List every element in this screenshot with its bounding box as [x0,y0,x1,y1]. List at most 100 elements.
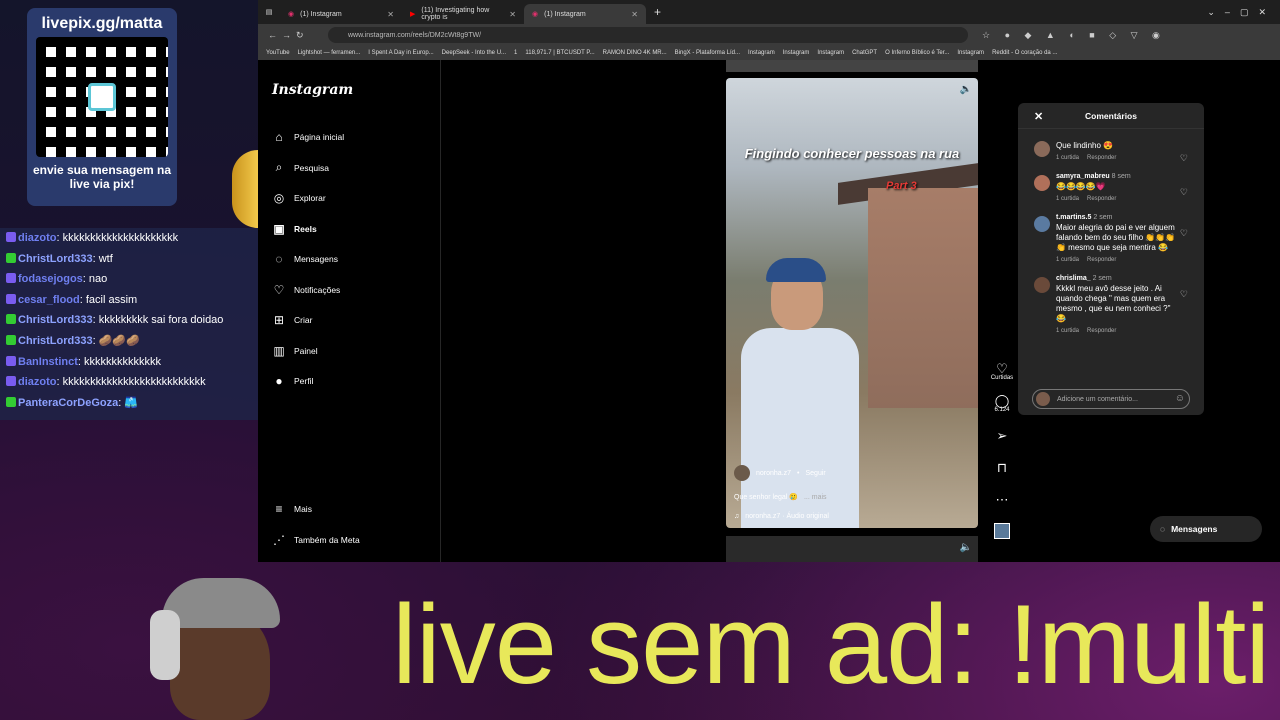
follow-button[interactable]: Seguir [805,470,825,477]
bookmark-item[interactable]: Instagram [748,50,775,56]
sidebar-item-tamb-m-da-meta[interactable]: ⋰ Também da Meta [272,525,432,556]
sidebar-item-mensagens[interactable]: ◌ Mensagens [272,244,432,275]
sidebar-item-label: Explorar [294,193,326,204]
chat-text: 🥔🥔🥔 [98,334,140,347]
comment-time: 8 sem [1111,173,1131,180]
bookmark-item[interactable]: 118,971.7 | BTCUSDT P... [525,50,594,56]
nav-buttons[interactable]: ← → ↻ [268,30,304,41]
reply-button[interactable]: Responder [1087,257,1116,263]
heart-icon[interactable]: ♡ [1180,289,1188,300]
comment-likes[interactable]: 1 curtida [1056,196,1079,202]
qr-title: livepix.gg/matta [41,15,163,32]
share-button[interactable]: ➢ [990,420,1014,450]
bookmark-item[interactable]: YouTube [266,50,290,56]
reply-button[interactable]: Responder [1087,328,1116,334]
bookmark-item[interactable]: DeepSeek - Into the U... [442,50,506,56]
bookmark-item[interactable]: 1 [514,50,517,56]
heart-icon[interactable]: ♡ [1180,153,1188,164]
reply-button[interactable]: Responder [1087,196,1116,202]
window-controls[interactable]: ⌄ – ▢ ✕ [1207,7,1266,18]
heart-icon[interactable]: ♡ [1180,228,1188,239]
sidebar-item-label: Mais [294,504,312,515]
extension-icons[interactable]: ☆ ● ◆ ▲ ◐ ■ ◇ ▽ ◉ [982,30,1166,41]
tab-menu-icon[interactable]: ▤ [258,8,280,16]
close-icon[interactable]: ✕ [1034,110,1043,123]
likes-label: Curtidas [990,374,1014,381]
tab-label: (1) Instagram [544,10,586,18]
sidebar-item-label: Também da Meta [294,534,360,545]
browser-tab[interactable]: ▶ (11) Investigating how crypto is ✕ [402,4,524,24]
sidebar-item-painel[interactable]: ▥ Painel [272,336,432,367]
bookmark-item[interactable]: Lightshot — ferramen... [298,50,361,56]
comment-likes[interactable]: 1 curtida [1056,155,1079,161]
comment-input[interactable]: Adicione um comentário... ☺ [1032,389,1190,409]
more-options-button[interactable]: ⋯ [990,484,1014,514]
close-icon[interactable]: ✕ [631,10,638,19]
sidebar-item-reels[interactable]: ▣ Reels [272,214,432,245]
bookmark-item[interactable]: ChatGPT [852,50,877,56]
comment-likes[interactable]: 1 curtida [1056,328,1079,334]
bookmark-item[interactable]: I Spent A Day in Europ... [368,50,433,56]
bookmark-item[interactable]: O Inferno Bíblico é Ter... [885,50,949,56]
bookmark-item[interactable]: Instagram [783,50,810,56]
sidebar-item-criar[interactable]: ⊞ Criar [272,305,432,336]
author-avatar[interactable] [734,465,750,481]
previous-reel-preview[interactable] [726,60,978,72]
comment-button[interactable]: ◯ 6.124 [990,388,1014,418]
home-icon: ⌂ [275,130,283,145]
sidebar-item-pesquisa[interactable]: ⌕ Pesquisa [272,153,432,184]
chat-message: ChristLord333: kkkkkkkkk sai fora doidao [0,310,258,331]
author-name[interactable]: noronha.z7 [756,470,791,477]
comments-count: 6.124 [994,406,1010,413]
dashboard-icon: ▥ [273,343,285,358]
more-link[interactable]: ... mais [804,494,827,501]
comment-username[interactable]: t.martins.5 [1056,214,1091,221]
save-button[interactable]: ⊓ [990,452,1014,482]
comment-likes[interactable]: 1 curtida [1056,257,1079,263]
avatar[interactable] [1034,175,1050,191]
heart-icon[interactable]: ♡ [1180,187,1188,198]
comment-username[interactable]: samyra_mabreu [1056,173,1110,180]
sidebar-item-explorar[interactable]: ◎ Explorar [272,183,432,214]
reel-video[interactable]: Fingindo conhecer pessoas na rua Part 3 … [726,78,978,528]
close-icon[interactable]: ✕ [387,10,394,19]
comment-username[interactable]: chrislima_ [1056,275,1091,282]
audio-link[interactable]: noronha.z7 · Áudio original [745,513,829,520]
comment-time: 2 sem [1093,214,1113,221]
chat-message: ChristLord333: 🥔🥔🥔 [0,331,258,352]
bookmark-item[interactable]: Instagram [817,50,844,56]
avatar[interactable] [1034,216,1050,232]
heart-icon: ♡ [996,360,1008,376]
bookmark-item[interactable]: Reddit - O coração da ... [992,50,1057,56]
emoji-icon[interactable]: ☺ [1175,393,1185,404]
browser-tab[interactable]: ◉ (1) Instagram ✕ [280,4,402,24]
sidebar-item-p-gina-inicial[interactable]: ⌂ Página inicial [272,122,432,153]
volume-icon[interactable]: 🔈 [960,542,972,553]
bookmark-icon: ⊓ [996,459,1008,475]
sidebar-item-mais[interactable]: ≡ Mais [272,494,432,525]
chat-username: ChristLord333 [18,252,93,265]
avatar[interactable] [1034,277,1050,293]
messenger-icon: ◌ [275,252,283,267]
reel-overlay-part: Part 3 [886,180,917,192]
instagram-logo[interactable]: Instagram [272,82,353,98]
chat-username: cesar_flood [18,293,80,306]
messages-button[interactable]: ◌ Mensagens [1150,516,1262,542]
bookmark-item[interactable]: BingX - Plataforma Líd... [675,50,740,56]
volume-icon[interactable]: 🔈 [960,84,972,95]
next-reel-preview[interactable]: 🔈 [726,536,978,562]
like-button[interactable]: ♡ Curtidas [990,356,1014,386]
badge-icon [6,232,16,242]
close-icon[interactable]: ✕ [509,10,516,19]
browser-tab-active[interactable]: ◉ (1) Instagram ✕ [524,4,646,24]
sidebar-item-notifica-es[interactable]: ♡ Notificações [272,275,432,306]
bookmark-item[interactable]: RAMON DINO 4K MR... [603,50,667,56]
reply-button[interactable]: Responder [1087,155,1116,161]
url-bar[interactable]: www.instagram.com/reels/DM2cWt8g9TW/ [328,27,968,43]
sidebar-item-perfil[interactable]: ● Perfil [272,366,432,397]
bookmark-item[interactable]: Instagram [957,50,984,56]
audio-thumbnail[interactable] [990,516,1014,546]
chat-text: nao [88,273,108,286]
new-tab-icon[interactable]: + [654,5,661,19]
avatar[interactable] [1034,141,1050,157]
